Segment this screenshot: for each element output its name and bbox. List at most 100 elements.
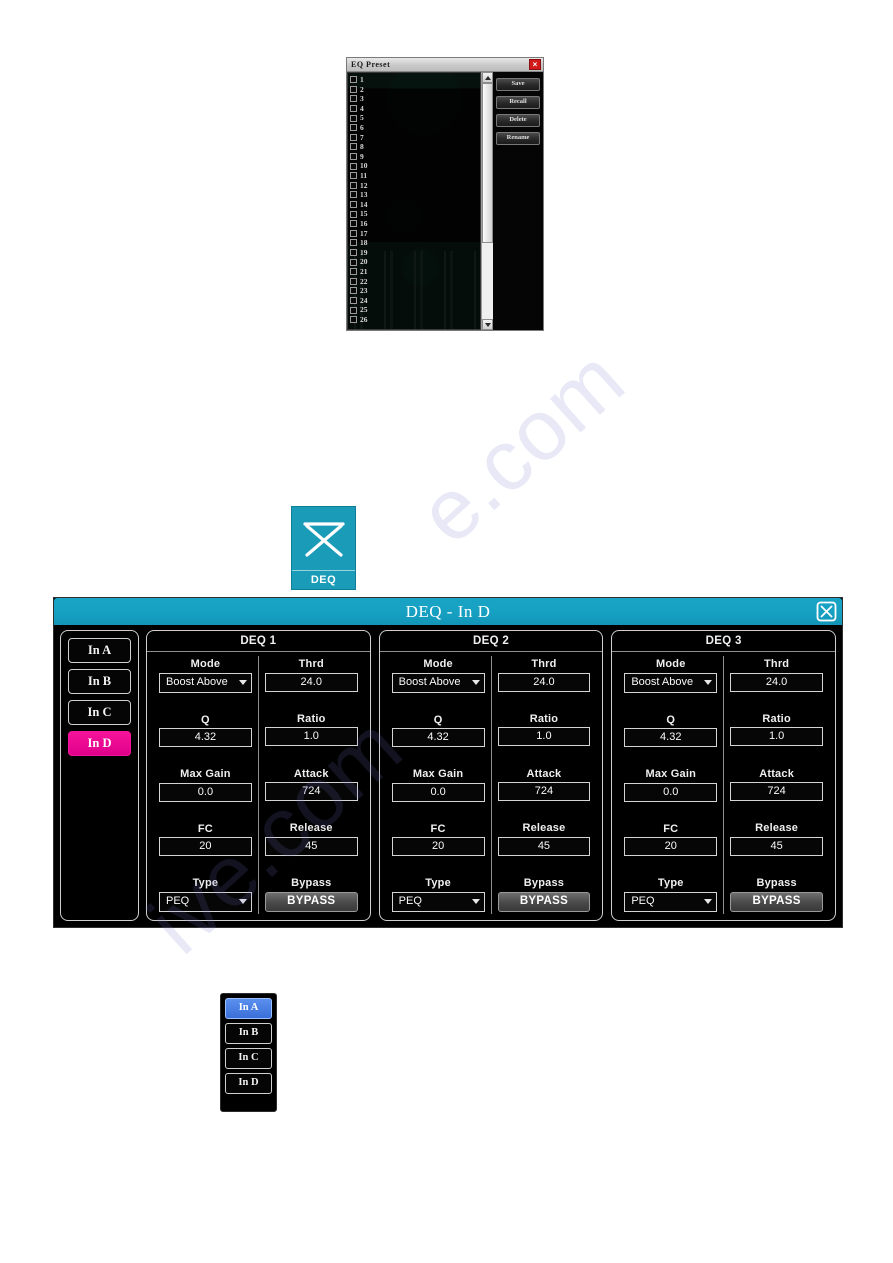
q-input[interactable]: 4.32: [159, 728, 252, 748]
bottom-channel-button-in-c[interactable]: In C: [225, 1048, 272, 1069]
q-input[interactable]: 4.32: [624, 728, 718, 748]
list-item[interactable]: 24: [350, 296, 480, 306]
chevron-down-icon[interactable]: [238, 680, 247, 686]
checkbox[interactable]: [350, 105, 357, 113]
mode-dropdown[interactable]: Boost Above: [624, 672, 718, 693]
maxgain-input[interactable]: 0.0: [624, 782, 718, 802]
q-input[interactable]: 4.32: [391, 728, 485, 748]
mode-dropdown[interactable]: Boost Above: [159, 672, 252, 693]
scroll-down-arrow-icon[interactable]: [482, 319, 493, 330]
attack-input[interactable]: 724: [264, 782, 358, 802]
list-item[interactable]: 14: [350, 200, 480, 210]
ratio-input[interactable]: 1.0: [497, 727, 591, 747]
checkbox[interactable]: [350, 191, 357, 199]
list-item[interactable]: 19: [350, 248, 480, 258]
checkbox[interactable]: [350, 258, 357, 266]
rename-button[interactable]: Rename: [496, 132, 540, 145]
chevron-down-icon[interactable]: [471, 899, 480, 905]
recall-button[interactable]: Recall: [496, 96, 540, 109]
chevron-down-icon[interactable]: [704, 680, 713, 686]
list-item[interactable]: 12: [350, 181, 480, 191]
list-item[interactable]: 5: [350, 113, 480, 123]
bypass-button[interactable]: BYPASS: [497, 891, 591, 912]
checkbox[interactable]: [350, 76, 357, 84]
mode-dropdown[interactable]: Boost Above: [391, 672, 485, 693]
chevron-down-icon[interactable]: [238, 899, 247, 905]
checkbox[interactable]: [350, 201, 357, 209]
checkbox[interactable]: [350, 220, 357, 228]
bypass-button[interactable]: BYPASS: [730, 891, 824, 912]
checkbox[interactable]: [350, 95, 357, 103]
attack-input[interactable]: 724: [497, 782, 591, 802]
release-input[interactable]: 45: [497, 837, 591, 857]
list-item[interactable]: 15: [350, 209, 480, 219]
list-item[interactable]: 18: [350, 238, 480, 248]
list-item[interactable]: 4: [350, 104, 480, 114]
checkbox[interactable]: [350, 181, 357, 189]
list-item[interactable]: 17: [350, 229, 480, 239]
list-item[interactable]: 20: [350, 257, 480, 267]
checkbox[interactable]: [350, 114, 357, 122]
checkbox[interactable]: [350, 85, 357, 93]
checkbox[interactable]: [350, 277, 357, 285]
fc-input[interactable]: 20: [624, 837, 718, 857]
list-item[interactable]: 9: [350, 152, 480, 162]
eq-preset-list[interactable]: 1 2 3 4 5 6 7 8 9 10 11 12 13 14 15 16 17 18 19 20 21 22 23 24 2…: [347, 72, 481, 330]
list-item[interactable]: 1: [350, 75, 480, 85]
checkbox[interactable]: [350, 162, 357, 170]
thrd-input[interactable]: 24.0: [730, 672, 824, 692]
fc-input[interactable]: 20: [159, 837, 252, 857]
close-icon[interactable]: [816, 601, 837, 622]
checkbox[interactable]: [350, 268, 357, 276]
list-item[interactable]: 7: [350, 133, 480, 143]
list-item[interactable]: 26: [350, 315, 480, 325]
chevron-down-icon[interactable]: [471, 680, 480, 686]
checkbox[interactable]: [350, 248, 357, 256]
checkbox[interactable]: [350, 210, 357, 218]
bottom-channel-button-in-a[interactable]: In A: [225, 998, 272, 1019]
channel-button-in-c[interactable]: In C: [68, 700, 131, 725]
scrollbar-thumb[interactable]: [482, 83, 493, 243]
list-item[interactable]: 2: [350, 85, 480, 95]
thrd-input[interactable]: 24.0: [497, 672, 591, 692]
close-icon[interactable]: ×: [529, 59, 541, 70]
type-dropdown[interactable]: PEQ: [624, 891, 718, 912]
maxgain-input[interactable]: 0.0: [391, 782, 485, 802]
checkbox[interactable]: [350, 124, 357, 132]
list-item[interactable]: 6: [350, 123, 480, 133]
checkbox[interactable]: [350, 143, 357, 151]
release-input[interactable]: 45: [730, 837, 824, 857]
type-dropdown[interactable]: PEQ: [159, 891, 252, 912]
type-dropdown[interactable]: PEQ: [391, 891, 485, 912]
list-item[interactable]: 16: [350, 219, 480, 229]
ratio-input[interactable]: 1.0: [730, 727, 824, 747]
checkbox[interactable]: [350, 153, 357, 161]
channel-button-in-d[interactable]: In D: [68, 731, 131, 756]
save-button[interactable]: Save: [496, 78, 540, 91]
maxgain-input[interactable]: 0.0: [159, 782, 252, 802]
list-item[interactable]: 22: [350, 276, 480, 286]
channel-button-in-a[interactable]: In A: [68, 638, 131, 663]
checkbox[interactable]: [350, 239, 357, 247]
deq-app-icon[interactable]: DEQ: [291, 506, 356, 590]
checkbox[interactable]: [350, 133, 357, 141]
scroll-up-arrow-icon[interactable]: [482, 72, 493, 83]
checkbox[interactable]: [350, 296, 357, 304]
attack-input[interactable]: 724: [730, 782, 824, 802]
release-input[interactable]: 45: [264, 837, 358, 857]
bottom-channel-button-in-b[interactable]: In B: [225, 1023, 272, 1044]
list-item[interactable]: 25: [350, 305, 480, 315]
checkbox[interactable]: [350, 172, 357, 180]
list-item[interactable]: 10: [350, 161, 480, 171]
delete-button[interactable]: Delete: [496, 114, 540, 127]
list-item[interactable]: 11: [350, 171, 480, 181]
list-item[interactable]: 21: [350, 267, 480, 277]
fc-input[interactable]: 20: [391, 837, 485, 857]
checkbox[interactable]: [350, 229, 357, 237]
list-item[interactable]: 3: [350, 94, 480, 104]
thrd-input[interactable]: 24.0: [264, 672, 358, 692]
channel-button-in-b[interactable]: In B: [68, 669, 131, 694]
ratio-input[interactable]: 1.0: [264, 727, 358, 747]
checkbox[interactable]: [350, 306, 357, 314]
list-item[interactable]: 8: [350, 142, 480, 152]
